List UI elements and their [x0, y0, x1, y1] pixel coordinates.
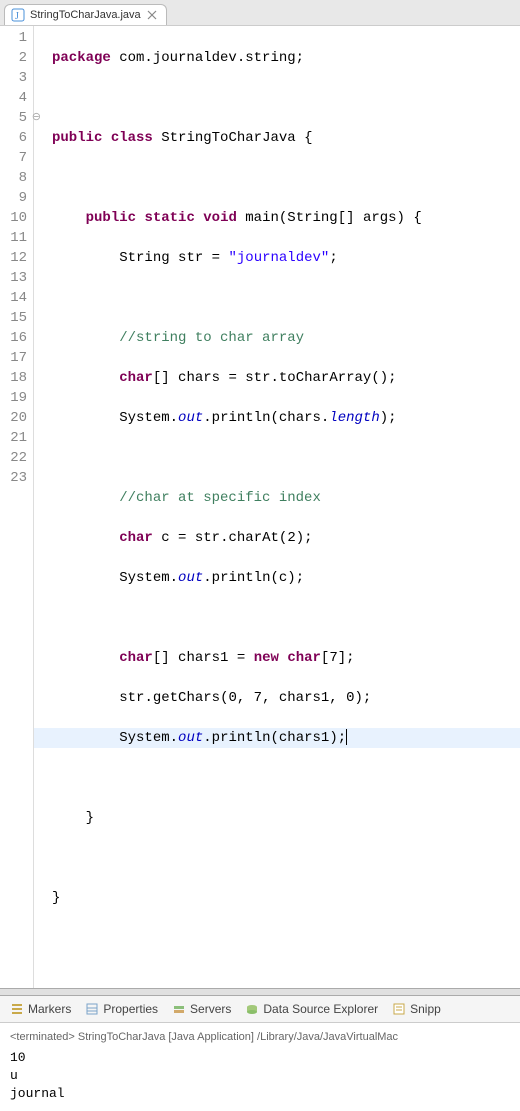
- properties-icon: [85, 1002, 99, 1016]
- editor-tab-bar: J StringToCharJava.java: [0, 0, 520, 26]
- tab-markers[interactable]: Markers: [10, 1002, 71, 1016]
- console-line: 10: [10, 1049, 510, 1067]
- console-line: journal: [10, 1085, 510, 1103]
- pane-divider[interactable]: [0, 988, 520, 996]
- java-file-icon: J: [11, 8, 25, 22]
- snippets-icon: [392, 1002, 406, 1016]
- views-tab-bar: Markers Properties Servers Data Source E…: [0, 996, 520, 1023]
- tab-snippets[interactable]: Snipp: [392, 1002, 441, 1016]
- console-line: u: [10, 1067, 510, 1085]
- text-cursor: [346, 729, 347, 745]
- svg-text:J: J: [15, 11, 19, 22]
- servers-icon: [172, 1002, 186, 1016]
- tab-data-source-explorer[interactable]: Data Source Explorer: [245, 1002, 378, 1016]
- line-number-gutter: 1 2 3 4 5 6 7 8 9 10 11 12 13 14 15 16 1…: [0, 26, 34, 988]
- tab-snippets-label: Snipp: [410, 1002, 441, 1016]
- tab-servers[interactable]: Servers: [172, 1002, 231, 1016]
- console-view: <terminated> StringToCharJava [Java Appl…: [0, 1023, 520, 1111]
- close-icon[interactable]: [146, 9, 158, 21]
- editor-tab-label: StringToCharJava.java: [30, 9, 141, 21]
- tab-properties[interactable]: Properties: [85, 1002, 158, 1016]
- console-output: 10 u journal: [10, 1049, 510, 1103]
- tab-data-source-label: Data Source Explorer: [263, 1002, 378, 1016]
- code-area[interactable]: package com.journaldev.string; public cl…: [34, 26, 422, 988]
- code-editor[interactable]: 1 2 3 4 5 6 7 8 9 10 11 12 13 14 15 16 1…: [0, 26, 520, 988]
- data-source-icon: [245, 1002, 259, 1016]
- editor-tab[interactable]: J StringToCharJava.java: [4, 4, 167, 25]
- console-status: <terminated> StringToCharJava [Java Appl…: [10, 1031, 510, 1043]
- markers-icon: [10, 1002, 24, 1016]
- tab-markers-label: Markers: [28, 1002, 71, 1016]
- tab-properties-label: Properties: [103, 1002, 158, 1016]
- tab-servers-label: Servers: [190, 1002, 231, 1016]
